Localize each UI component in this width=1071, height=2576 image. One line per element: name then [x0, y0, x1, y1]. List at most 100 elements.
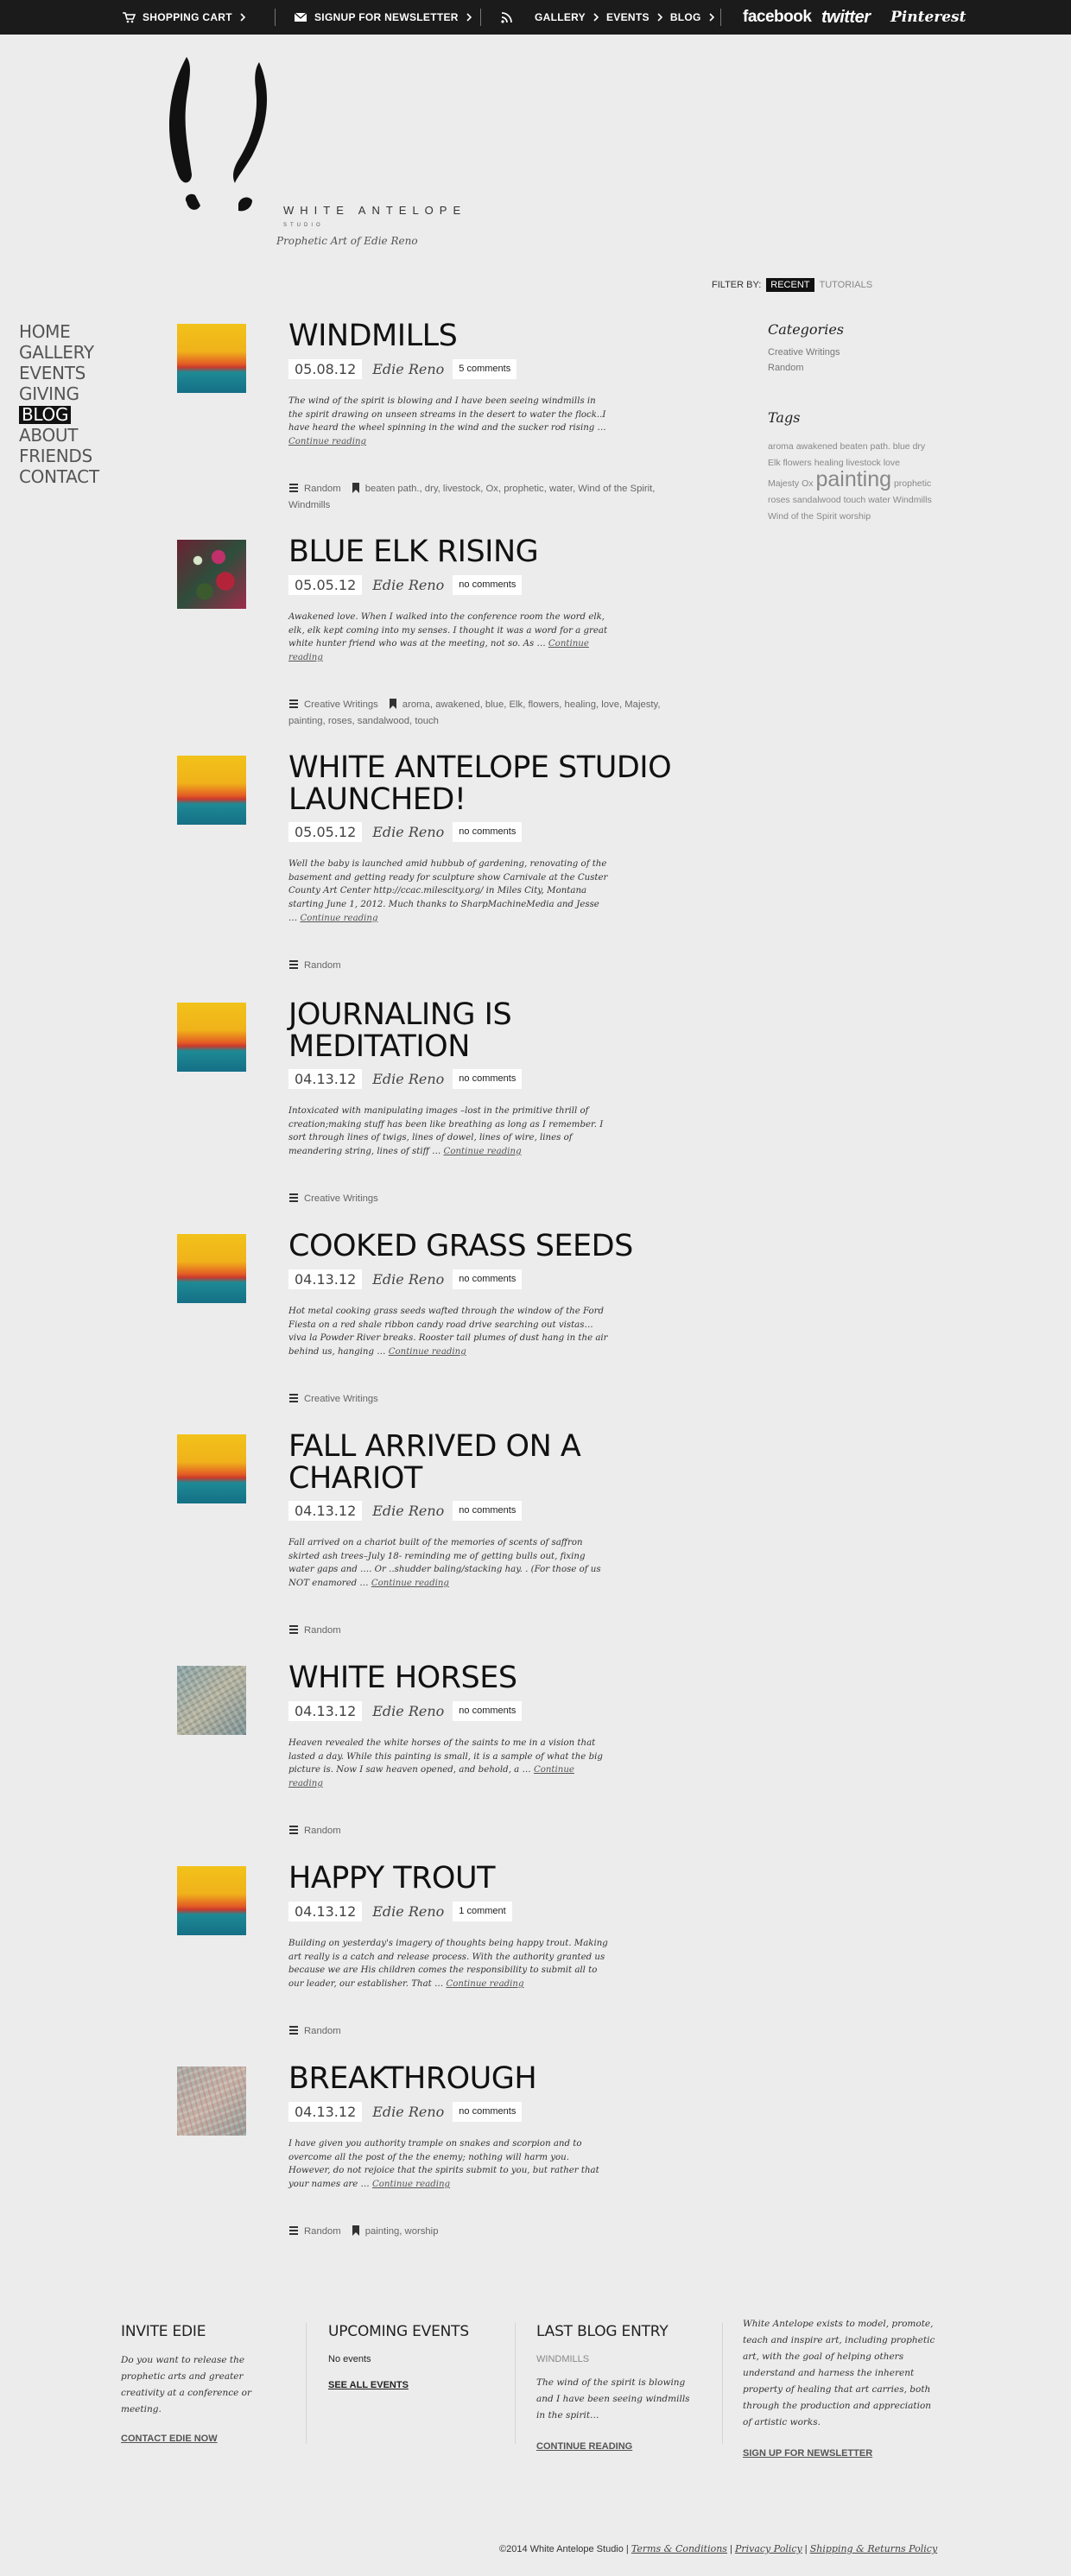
tag-link[interactable]: worship: [840, 511, 871, 522]
post-title[interactable]: HAPPY TROUT: [288, 1863, 694, 1895]
post-category[interactable]: Random: [304, 484, 341, 494]
filter-recent[interactable]: RECENT: [766, 278, 814, 292]
post-thumbnail[interactable]: [177, 2066, 246, 2136]
nav-contact[interactable]: CONTACT: [19, 466, 99, 487]
events-link[interactable]: EVENTS: [606, 0, 650, 35]
shopping-cart-link[interactable]: SHOPPING CART: [122, 0, 246, 35]
post-title[interactable]: JOURNALING IS MEDITATION: [288, 999, 694, 1063]
post-title[interactable]: WHITE HORSES: [288, 1662, 694, 1694]
nav-blog[interactable]: BLOG: [19, 406, 72, 424]
tag-link[interactable]: awakened: [796, 441, 838, 452]
category-link[interactable]: Random: [768, 360, 844, 376]
rss-icon: [501, 11, 512, 23]
tag-link[interactable]: flowers: [783, 458, 812, 468]
tag-link[interactable]: sandalwood: [793, 495, 841, 505]
tag-link[interactable]: dry: [913, 441, 926, 452]
see-all-events-link[interactable]: SEE ALL EVENTS: [328, 2380, 501, 2390]
post-thumbnail[interactable]: [177, 1866, 246, 1935]
tag-link[interactable]: aroma: [768, 441, 794, 452]
contact-edie-link[interactable]: CONTACT EDIE NOW: [121, 2434, 259, 2444]
tag-link[interactable]: prophetic: [894, 478, 931, 489]
tag-link[interactable]: beaten path.: [840, 441, 890, 452]
tag-link[interactable]: water: [868, 495, 890, 505]
tag-link[interactable]: painting: [815, 467, 891, 491]
footer-blog-post[interactable]: WINDMILLS: [536, 2354, 700, 2364]
post-category[interactable]: Creative Writings: [304, 699, 378, 710]
post-category[interactable]: Creative Writings: [304, 1394, 378, 1404]
continue-reading-link[interactable]: Continue reading: [446, 1979, 523, 1989]
nav-giving[interactable]: GIVING: [19, 383, 99, 404]
continue-reading-link[interactable]: Continue reading: [444, 1147, 522, 1156]
post-category[interactable]: Random: [304, 1625, 341, 1636]
post-title[interactable]: WHITE ANTELOPE STUDIO LAUNCHED!: [288, 752, 694, 816]
post-taxonomy: Random beaten path., dry, livestock, Ox, …: [288, 482, 669, 513]
tag-link[interactable]: Elk: [768, 458, 781, 468]
post-comments[interactable]: 5 comments: [453, 359, 517, 379]
post-comments[interactable]: no comments: [453, 2102, 523, 2122]
post-thumbnail[interactable]: [177, 324, 246, 393]
privacy-link[interactable]: Privacy Policy: [735, 2543, 802, 2554]
post-category[interactable]: Random: [304, 2226, 341, 2237]
continue-reading-link[interactable]: Continue reading: [371, 1579, 449, 1588]
post-author: Edie Reno: [372, 577, 445, 593]
continue-reading-link[interactable]: Continue reading: [389, 1347, 466, 1357]
post-category[interactable]: Random: [304, 960, 341, 971]
post-title[interactable]: BLUE ELK RISING: [288, 536, 694, 568]
newsletter-signup-link[interactable]: SIGNUP FOR NEWSLETTER: [294, 0, 472, 35]
post-comments[interactable]: 1 comment: [453, 1902, 512, 1921]
category-link[interactable]: Creative Writings: [768, 345, 844, 360]
post-category[interactable]: Random: [304, 2026, 341, 2036]
pinterest-link[interactable]: Pinterest: [890, 0, 966, 35]
post-title[interactable]: FALL ARRIVED ON A CHARIOT: [288, 1431, 694, 1495]
post-meta: 04.13.12 Edie Reno no comments: [288, 1701, 523, 1721]
post-title[interactable]: BREAKTHROUGH: [288, 2063, 694, 2095]
post-comments[interactable]: no comments: [453, 575, 523, 595]
post-tags[interactable]: painting, worship: [365, 2226, 439, 2237]
category-icon: [288, 1192, 299, 1208]
post-thumbnail[interactable]: [177, 1234, 246, 1303]
tag-link[interactable]: Ox: [802, 478, 813, 489]
post-thumbnail[interactable]: [177, 1434, 246, 1503]
tag-link[interactable]: roses: [768, 495, 790, 505]
post-title[interactable]: COOKED GRASS SEEDS: [288, 1231, 694, 1263]
tag-link[interactable]: blue: [893, 441, 910, 452]
post-title[interactable]: WINDMILLS: [288, 320, 694, 352]
newsletter-signup-link[interactable]: SIGN UP FOR NEWSLETTER: [743, 2448, 941, 2459]
post-comments[interactable]: no comments: [453, 822, 523, 842]
filter-tutorials[interactable]: TUTORIALS: [820, 280, 873, 290]
post-comments[interactable]: no comments: [453, 1269, 523, 1289]
post-thumbnail[interactable]: [177, 756, 246, 825]
twitter-link[interactable]: twitter: [821, 0, 871, 35]
blog-link[interactable]: BLOG: [670, 0, 701, 35]
post-thumbnail[interactable]: [177, 1666, 246, 1735]
continue-reading-link[interactable]: Continue reading: [372, 2180, 450, 2189]
terms-link[interactable]: Terms & Conditions: [631, 2543, 727, 2554]
gallery-link[interactable]: GALLERY: [535, 0, 586, 35]
tag-link[interactable]: Wind of the Spirit: [768, 511, 837, 522]
facebook-link[interactable]: facebook: [743, 0, 812, 35]
post-meta: 04.13.12 Edie Reno no comments: [288, 1501, 523, 1521]
continue-reading-link[interactable]: CONTINUE READING: [536, 2441, 700, 2452]
post-thumbnail[interactable]: [177, 1003, 246, 1072]
nav-friends[interactable]: FRIENDS: [19, 446, 99, 466]
shipping-link[interactable]: Shipping & Returns Policy: [810, 2543, 937, 2554]
nav-gallery[interactable]: GALLERY: [19, 342, 99, 363]
post-comments[interactable]: no comments: [453, 1501, 523, 1521]
site-logo[interactable]: WHITE ANTELOPE STUDIO Prophetic Art of E…: [162, 54, 542, 261]
tag-link[interactable]: Majesty: [768, 478, 799, 489]
post-excerpt: Fall arrived on a chariot built of the m…: [288, 1538, 601, 1589]
post-comments[interactable]: no comments: [453, 1069, 523, 1089]
continue-reading-link[interactable]: Continue reading: [300, 914, 377, 923]
post-comments[interactable]: no comments: [453, 1701, 523, 1721]
post-category[interactable]: Creative Writings: [304, 1193, 378, 1204]
continue-reading-link[interactable]: Continue reading: [288, 437, 366, 446]
tag-link[interactable]: Windmills: [893, 495, 932, 505]
post-thumbnail[interactable]: [177, 540, 246, 609]
nav-events[interactable]: EVENTS: [19, 363, 99, 383]
post-tags[interactable]: beaten path., dry, livestock, Ox, prophe…: [288, 484, 655, 510]
post-category[interactable]: Random: [304, 1826, 341, 1836]
nav-home[interactable]: HOME: [19, 321, 99, 342]
nav-about[interactable]: ABOUT: [19, 425, 99, 446]
tag-link[interactable]: touch: [844, 495, 866, 505]
category-icon: [288, 1623, 299, 1640]
